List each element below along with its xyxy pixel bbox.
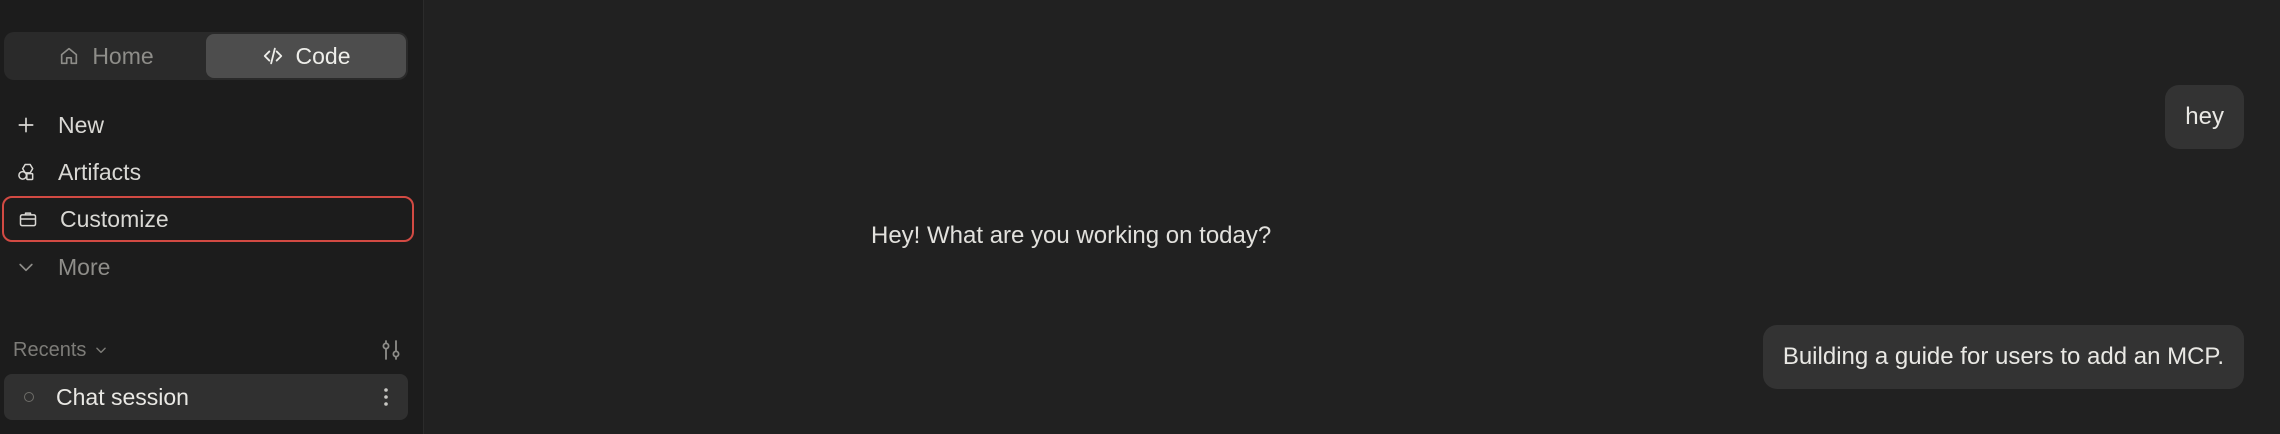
user-message: hey <box>2165 85 2244 149</box>
sidebar: Home Code New Artifacts Customize More R… <box>0 0 424 434</box>
plus-icon <box>18 117 34 133</box>
code-mode-label: Code <box>295 42 351 69</box>
session-status-icon <box>24 392 34 402</box>
new-button[interactable]: New <box>0 102 414 148</box>
chat-area: hey Hey! What are you working on today? … <box>425 0 2280 434</box>
recents-label: Recents <box>13 338 87 361</box>
more-nav-item[interactable]: More <box>0 244 414 290</box>
more-options-icon[interactable] <box>374 385 398 409</box>
recents-header: Recents <box>13 334 403 366</box>
code-mode-button[interactable]: Code <box>206 34 406 78</box>
recents-toggle[interactable]: Recents <box>13 339 108 362</box>
assistant-message: Hey! What are you working on today? <box>871 222 1272 249</box>
app-window: Home Code New Artifacts Customize More R… <box>0 0 2280 434</box>
home-icon <box>61 47 78 65</box>
mode-toggle: Home Code <box>4 32 408 80</box>
more-label: More <box>58 253 111 280</box>
user-message: Building a guide for users to add an MCP… <box>1762 325 2244 389</box>
filter-sliders-icon[interactable] <box>379 338 403 362</box>
artifacts-label: Artifacts <box>58 158 142 185</box>
customize-label: Customize <box>60 205 169 232</box>
artifacts-nav-item[interactable]: Artifacts <box>0 149 414 195</box>
new-label: New <box>58 111 105 138</box>
code-icon <box>263 47 282 65</box>
home-mode-label: Home <box>92 42 154 69</box>
chevron-down-icon <box>19 263 33 272</box>
session-title: Chat session <box>56 383 189 410</box>
briefcase-icon <box>19 212 37 227</box>
chevron-down-icon <box>96 347 107 354</box>
customize-nav-item[interactable]: Customize <box>2 196 414 242</box>
home-mode-button[interactable]: Home <box>6 34 206 78</box>
recent-session-item[interactable]: Chat session <box>4 374 408 420</box>
shapes-icon <box>18 163 34 181</box>
